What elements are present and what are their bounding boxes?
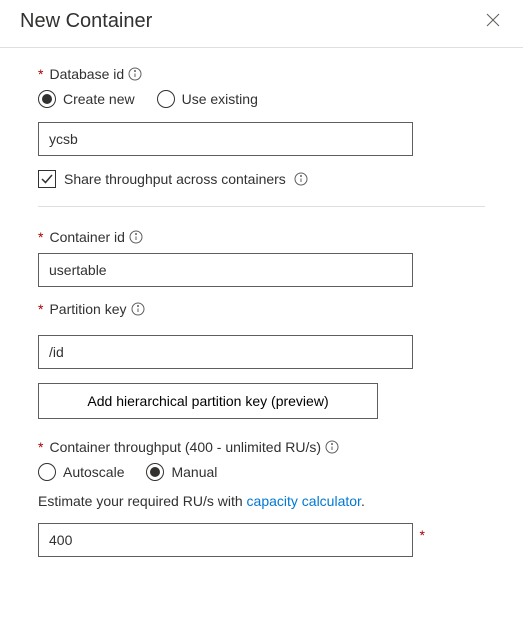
required-marker: *: [38, 66, 43, 82]
section-divider: [38, 206, 485, 207]
radio-manual-label: Manual: [171, 464, 217, 480]
throughput-hint: Estimate your required RU/s with capacit…: [38, 493, 485, 509]
panel-title: New Container: [20, 10, 152, 33]
radio-autoscale-label: Autoscale: [63, 464, 124, 480]
hint-suffix: .: [361, 493, 365, 509]
radio-icon: [146, 463, 164, 481]
database-id-input[interactable]: [38, 122, 413, 156]
close-button[interactable]: [483, 12, 503, 32]
radio-icon: [38, 90, 56, 108]
required-marker: *: [420, 527, 425, 543]
radio-icon: [157, 90, 175, 108]
share-throughput-label: Share throughput across containers: [64, 171, 286, 187]
radio-use-existing-label: Use existing: [182, 91, 258, 107]
throughput-mode-radio-group: Autoscale Manual: [38, 463, 485, 481]
hint-prefix: Estimate your required RU/s with: [38, 493, 247, 509]
throughput-label-text: Container throughput (400 - unlimited RU…: [49, 439, 321, 455]
database-mode-radio-group: Create new Use existing: [38, 90, 485, 108]
throughput-label: * Container throughput (400 - unlimited …: [38, 439, 485, 455]
required-marker: *: [38, 229, 43, 245]
radio-create-new-label: Create new: [63, 91, 135, 107]
database-id-label-text: Database id: [49, 66, 124, 82]
radio-manual[interactable]: Manual: [146, 463, 217, 481]
panel-body: * Database id Create new Use existing Sh…: [0, 48, 523, 557]
close-icon: [486, 13, 500, 30]
add-hierarchical-key-button[interactable]: Add hierarchical partition key (preview): [38, 383, 378, 419]
info-icon[interactable]: [325, 440, 339, 454]
container-id-label: * Container id: [38, 229, 485, 245]
required-marker: *: [38, 301, 43, 317]
radio-icon: [38, 463, 56, 481]
partition-key-input[interactable]: [38, 335, 413, 369]
info-icon[interactable]: [131, 302, 145, 316]
radio-create-new[interactable]: Create new: [38, 90, 135, 108]
panel-header: New Container: [0, 0, 523, 48]
share-throughput-row: Share throughput across containers: [38, 170, 485, 188]
radio-use-existing[interactable]: Use existing: [157, 90, 258, 108]
partition-key-label-text: Partition key: [49, 301, 126, 317]
partition-key-label: * Partition key: [38, 301, 485, 317]
capacity-calculator-link[interactable]: capacity calculator: [247, 493, 361, 509]
info-icon[interactable]: [129, 230, 143, 244]
database-id-label: * Database id: [38, 66, 485, 82]
info-icon[interactable]: [128, 67, 142, 81]
radio-autoscale[interactable]: Autoscale: [38, 463, 124, 481]
throughput-input[interactable]: [38, 523, 413, 557]
share-throughput-checkbox[interactable]: [38, 170, 56, 188]
container-id-label-text: Container id: [49, 229, 125, 245]
throughput-input-wrap: *: [38, 523, 413, 557]
container-id-input[interactable]: [38, 253, 413, 287]
required-marker: *: [38, 439, 43, 455]
info-icon[interactable]: [294, 172, 308, 186]
